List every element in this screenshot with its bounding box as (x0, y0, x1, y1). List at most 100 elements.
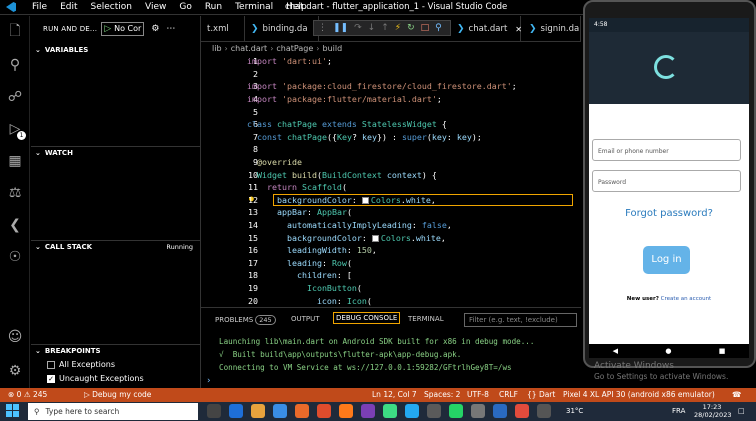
call-stack-section[interactable]: ⌄ CALL STACK Running (31, 240, 201, 253)
debug-status[interactable]: ▷ Debug my code (84, 390, 151, 399)
close-icon[interactable]: ✕ (515, 25, 522, 34)
variables-section[interactable]: ⌄ VARIABLES (31, 43, 201, 56)
taskbar-search[interactable]: ⚲ Type here to search (28, 403, 198, 420)
breakpoint-uncaught-exceptions[interactable]: ✓ Uncaught Exceptions (47, 374, 144, 383)
tab-debug-console[interactable]: DEBUG CONSOLE (333, 312, 401, 324)
menu-file[interactable]: File (26, 2, 54, 12)
explorer-icon[interactable]: 🗋 (6, 22, 24, 40)
temperature[interactable]: 31°C (566, 407, 583, 415)
language-mode[interactable]: {} Dart (527, 390, 555, 399)
checkbox[interactable] (47, 360, 55, 369)
file-explorer-icon[interactable] (251, 404, 265, 418)
menu-selection[interactable]: Selection (85, 2, 139, 12)
forgot-password-link[interactable]: Forgot password? (589, 208, 749, 219)
step-into-icon[interactable]: ↓ (368, 23, 376, 33)
filter-input[interactable]: Filter (e.g. text, !exclude) (464, 313, 577, 327)
create-account-link[interactable]: Create an account (661, 296, 712, 302)
code-line: 13 appBar: AppBar( (248, 207, 352, 218)
app-icon[interactable] (493, 404, 507, 418)
drag-handle-icon[interactable]: ⋮ (318, 23, 327, 33)
app-icon[interactable] (537, 404, 551, 418)
visual-studio-icon[interactable] (361, 404, 375, 418)
cursor-position[interactable]: Ln 12, Col 7 (372, 390, 417, 399)
email-field[interactable]: Email or phone number (592, 139, 741, 161)
chrome-icon[interactable] (295, 404, 309, 418)
tab-output[interactable]: OUTPUT (291, 315, 320, 323)
start-debugging-button[interactable]: ▷ No Cor (101, 21, 145, 36)
app-icon[interactable] (427, 404, 441, 418)
line-ending[interactable]: CRLF (499, 390, 518, 399)
office-icon[interactable] (317, 404, 331, 418)
account-icon[interactable]: ☺ (6, 328, 24, 346)
task-view-icon[interactable] (207, 404, 221, 418)
step-out-icon[interactable]: ↑ (381, 23, 389, 33)
problems-status[interactable]: ⊗ 0 ⚠ 245 (8, 390, 47, 399)
stop-icon[interactable]: □ (421, 23, 430, 33)
menu-view[interactable]: View (139, 2, 173, 12)
breadcrumb-class[interactable]: chatPage (276, 44, 313, 53)
device-selector[interactable]: Pixel 4 XL API 30 (android x86 emulator) (563, 390, 715, 399)
password-field[interactable]: Password (592, 170, 741, 192)
tab-xml[interactable]: t.xml (201, 16, 245, 42)
tab-problems[interactable]: PROBLEMS 245 (215, 315, 276, 325)
chevron-right-icon: › (316, 43, 320, 53)
edge-icon[interactable] (229, 404, 243, 418)
breadcrumb-lib[interactable]: lib (212, 44, 222, 53)
firefox-icon[interactable] (339, 404, 353, 418)
home-icon[interactable]: ● (665, 347, 671, 355)
menu-go[interactable]: Go (173, 2, 198, 12)
status-bar: ⊗ 0 ⚠ 245 ▷ Debug my code Ln 12, Col 7 S… (0, 388, 756, 402)
tab-binding[interactable]: ❯ binding.da (245, 16, 319, 42)
windows-start-icon[interactable] (6, 404, 19, 417)
settings-icon[interactable]: ⚙ (6, 362, 24, 380)
menu-edit[interactable]: Edit (54, 2, 84, 12)
input-language[interactable]: FRA (672, 407, 685, 415)
back-icon[interactable]: ◀ (613, 347, 618, 355)
breadcrumb-file[interactable]: chat.dart (231, 44, 267, 53)
watch-section[interactable]: ⌄ WATCH (31, 146, 201, 159)
login-button[interactable]: Log in (643, 246, 690, 274)
restart-icon[interactable]: ↻ (407, 23, 415, 33)
hot-reload-icon[interactable]: ⚡ (395, 23, 401, 33)
notification-icon[interactable]: □ (738, 407, 745, 415)
pause-icon[interactable]: ❚❚ (333, 23, 348, 33)
step-over-icon[interactable]: ↷ (354, 23, 362, 33)
breakpoint-all-exceptions[interactable]: All Exceptions (47, 360, 115, 369)
whatsapp-icon[interactable] (449, 404, 463, 418)
code-line: 2 (253, 68, 258, 79)
gear-icon[interactable]: ⚙ (151, 24, 159, 34)
chevron-right-icon[interactable]: › (207, 376, 211, 386)
testing-icon[interactable]: ⚖ (6, 184, 24, 202)
code-line: 5 (253, 106, 258, 117)
tab-terminal[interactable]: TERMINAL (408, 315, 444, 323)
android-studio-icon[interactable] (383, 404, 397, 418)
checkbox-checked[interactable]: ✓ (47, 374, 55, 383)
bell-icon[interactable]: ☎ (732, 390, 741, 399)
menu-terminal[interactable]: Terminal (229, 2, 280, 12)
settings-app-icon[interactable] (471, 404, 485, 418)
tab-chat-dart[interactable]: ❯ chat.dart ✕ (451, 16, 522, 42)
clock[interactable]: 17:23 28/02/2023 (694, 403, 731, 419)
tab-signin[interactable]: ❯ signin.da (523, 16, 581, 42)
recents-icon[interactable]: ■ (719, 347, 726, 355)
more-icon[interactable]: ⋯ (166, 24, 175, 34)
app-icon[interactable] (515, 404, 529, 418)
extensions-icon[interactable]: ▦ (6, 152, 24, 170)
vscode-taskbar-icon[interactable] (405, 404, 419, 418)
source-control-icon[interactable]: ☍ (6, 88, 24, 106)
menu-run[interactable]: Run (199, 2, 229, 12)
remote-icon[interactable]: ☉ (6, 248, 24, 266)
store-icon[interactable] (273, 404, 287, 418)
code-editor[interactable]: ● 1 import 'dart:ui'; 2 3 import 'package:… (201, 54, 580, 307)
search-icon[interactable]: ⚲ (6, 56, 24, 74)
code-line: 15 backgroundColor: Colors.white, (248, 232, 446, 243)
encoding[interactable]: UTF-8 (467, 390, 489, 399)
config-select[interactable]: No Cor (114, 23, 141, 35)
breakpoints-section[interactable]: ⌄ BREAKPOINTS (31, 344, 201, 357)
flutter-icon[interactable]: ❮ (6, 216, 24, 234)
run-debug-icon[interactable]: ▷ 1 (6, 120, 26, 140)
indentation[interactable]: Spaces: 2 (424, 390, 460, 399)
breadcrumb-method[interactable]: build (322, 44, 342, 53)
code-line: 16 leadingWidth: 150, (248, 245, 377, 256)
devtools-icon[interactable]: ⚲ (435, 23, 442, 33)
